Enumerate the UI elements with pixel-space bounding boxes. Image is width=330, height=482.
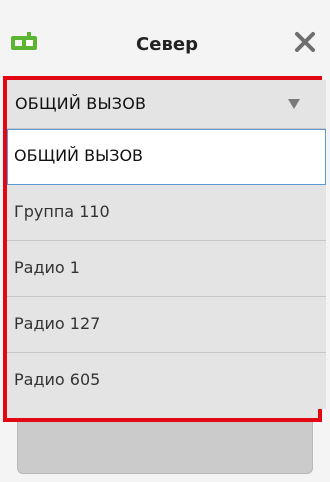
panel-title: Север (136, 34, 198, 55)
option-label: Группа 110 (14, 202, 110, 221)
close-icon[interactable] (290, 28, 320, 58)
selected-channel-label: ОБЩИЙ ВЫЗОВ (15, 94, 147, 113)
channel-options-list: ОБЩИЙ ВЫЗОВ Группа 110 Радио 1 Радио 127… (7, 129, 326, 409)
dropdown-container: ОБЩИЙ ВЫЗОВ ОБЩИЙ ВЫЗОВ Группа 110 Радио… (3, 76, 330, 422)
option-label: Радио 1 (14, 258, 80, 277)
channel-option-radio-1[interactable]: Радио 1 (7, 241, 326, 297)
channel-panel: Север ОБЩИЙ ВЫЗОВ ОБЩИЙ ВЫЗОВ Группа 110… (0, 0, 330, 482)
panel-bottom-bar (17, 422, 313, 474)
radio-icon (11, 32, 37, 50)
channel-select[interactable]: ОБЩИЙ ВЫЗОВ (7, 80, 326, 129)
channel-option-group-110[interactable]: Группа 110 (7, 185, 326, 241)
panel-header: Север (0, 0, 330, 80)
channel-option-radio-127[interactable]: Радио 127 (7, 297, 326, 353)
channel-option-general-call[interactable]: ОБЩИЙ ВЫЗОВ (7, 129, 326, 185)
option-label: Радио 127 (14, 314, 101, 333)
option-label: Радио 605 (14, 370, 101, 389)
triangle-down-icon (288, 99, 300, 109)
option-label: ОБЩИЙ ВЫЗОВ (14, 146, 144, 165)
channel-option-radio-605[interactable]: Радио 605 (7, 353, 326, 409)
